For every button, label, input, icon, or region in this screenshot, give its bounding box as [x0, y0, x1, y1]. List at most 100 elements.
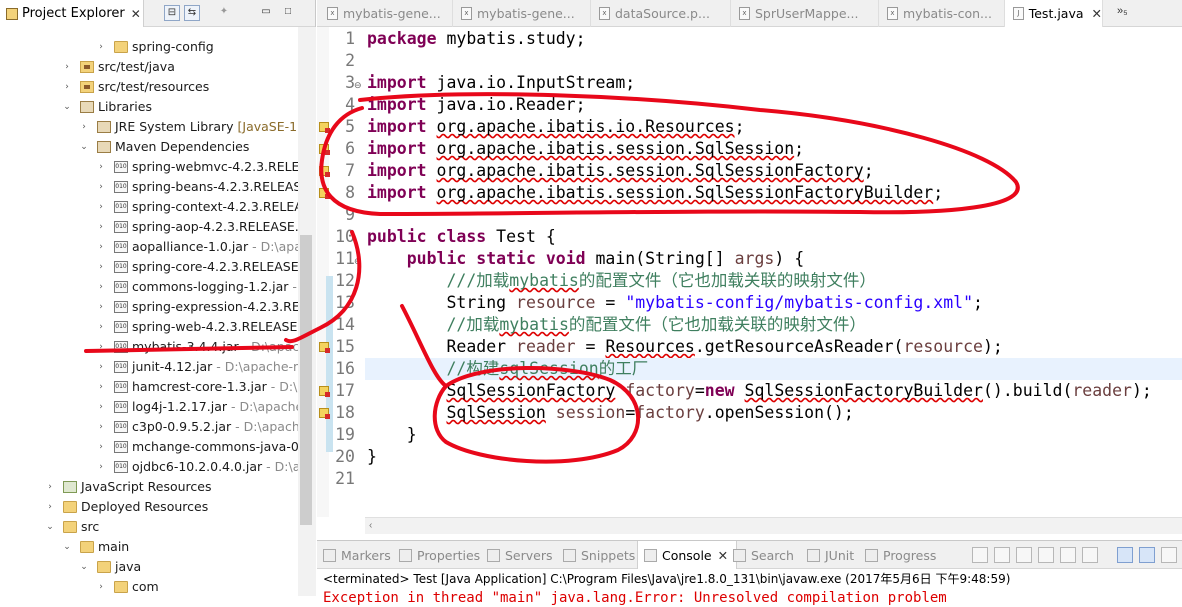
error-marker-icon[interactable]	[319, 122, 330, 133]
java-file-icon: J	[1013, 7, 1024, 20]
project-explorer-icon	[6, 7, 18, 20]
tab-snippets[interactable]: Snippets	[563, 541, 635, 569]
expand-icon[interactable]: ›	[96, 437, 106, 457]
tab-search[interactable]: Search	[733, 541, 794, 569]
code-line[interactable]: 21	[317, 468, 1182, 490]
code-line[interactable]: 17 SqlSessionFactory factory=new SqlSess…	[317, 380, 1182, 402]
expand-icon[interactable]: ›	[96, 377, 106, 397]
expand-icon[interactable]: ›	[45, 497, 55, 517]
expand-icon[interactable]: ›	[96, 157, 106, 177]
expand-icon[interactable]: ›	[79, 117, 89, 137]
terminate-icon[interactable]	[972, 547, 988, 563]
code-line[interactable]: 11 ⊖ public static void main(String[] arg…	[317, 248, 1182, 270]
code-line[interactable]: 14 //加载mybatis的配置文件（它也加载关联的映射文件）	[317, 314, 1182, 336]
code-line[interactable]: 1 package mybatis.study;	[317, 28, 1182, 50]
error-marker-icon[interactable]	[319, 386, 330, 397]
collapse-icon[interactable]: ⌄	[79, 557, 89, 577]
properties-icon	[399, 548, 412, 562]
editor-tab[interactable]: x SprUserMappe...	[731, 0, 879, 27]
expand-icon[interactable]: ›	[96, 217, 106, 237]
expand-icon[interactable]: ›	[96, 197, 106, 217]
minimize-icon[interactable]: ▭	[258, 5, 274, 21]
code-line[interactable]: 6 import org.apache.ibatis.session.SqlSes…	[317, 138, 1182, 160]
expand-icon[interactable]: ›	[45, 477, 55, 497]
pin-console-icon[interactable]	[1161, 547, 1177, 563]
code-line[interactable]: 3 ⊖ import java.io.InputStream;	[317, 72, 1182, 94]
code-line[interactable]: 9	[317, 204, 1182, 226]
collapse-icon[interactable]: ⌄	[62, 97, 72, 117]
show-on-error-icon[interactable]	[1139, 547, 1155, 563]
tab-properties[interactable]: Properties	[399, 541, 480, 569]
code-text: }	[367, 447, 377, 466]
error-marker-icon[interactable]	[319, 342, 330, 353]
editor-tab[interactable]: J Test.java ✕	[1005, 0, 1103, 27]
scrollbar-thumb[interactable]	[300, 235, 312, 525]
expand-icon[interactable]: ›	[96, 317, 106, 337]
code-line[interactable]: 19 }	[317, 424, 1182, 446]
expand-icon[interactable]: ›	[96, 297, 106, 317]
close-icon[interactable]: ✕	[718, 548, 728, 563]
editor-tab[interactable]: x dataSource.p...	[591, 0, 731, 27]
error-marker-icon[interactable]	[319, 408, 330, 419]
code-line[interactable]: 20}	[317, 446, 1182, 468]
tree-scrollbar[interactable]	[298, 27, 316, 596]
close-icon[interactable]: ✕	[1092, 6, 1102, 21]
error-marker-icon[interactable]	[319, 144, 330, 155]
tab-project-explorer[interactable]: Project Explorer ✕	[0, 0, 144, 27]
code-line[interactable]: 10 public class Test {	[317, 226, 1182, 248]
expand-icon[interactable]: ›	[96, 357, 106, 377]
tab-junit[interactable]: JUnit	[807, 541, 854, 569]
expand-icon[interactable]: ›	[96, 257, 106, 277]
expand-icon[interactable]: ›	[96, 457, 106, 477]
code-line[interactable]: 4 import java.io.Reader;	[317, 94, 1182, 116]
tab-console[interactable]: Console ✕	[637, 541, 738, 569]
editor-tab[interactable]: x mybatis-con...	[879, 0, 1005, 27]
expand-icon[interactable]: ›	[96, 577, 106, 596]
expand-icon[interactable]: ›	[62, 77, 72, 97]
remove-all-icon[interactable]	[1016, 547, 1032, 563]
remove-launch-icon[interactable]	[994, 547, 1010, 563]
tab-servers[interactable]: Servers	[487, 541, 553, 569]
editor-tab[interactable]: x mybatis-gene...	[319, 0, 453, 27]
expand-icon[interactable]: ›	[96, 417, 106, 437]
code-line[interactable]: 7 import org.apache.ibatis.session.SqlSes…	[317, 160, 1182, 182]
line-number: 3	[345, 73, 355, 92]
expand-icon[interactable]: ›	[96, 37, 106, 57]
word-wrap-icon[interactable]	[1082, 547, 1098, 563]
error-marker-icon[interactable]	[319, 188, 330, 199]
show-on-output-icon[interactable]	[1117, 547, 1133, 563]
expand-icon[interactable]: ›	[96, 397, 106, 417]
link-with-editor-icon[interactable]: ⇆	[184, 5, 200, 21]
code-line[interactable]: 15 Reader reader = Resources.getResource…	[317, 336, 1182, 358]
close-icon[interactable]: ✕	[131, 7, 141, 21]
collapse-icon[interactable]: ⌄	[79, 137, 89, 157]
horizontal-scrollbar[interactable]: ‹	[365, 517, 1182, 534]
clear-console-icon[interactable]	[1038, 547, 1054, 563]
line-number: 10	[335, 227, 355, 246]
code-line[interactable]: 16 //构建sqlSession的工厂	[317, 358, 1182, 380]
code-area[interactable]: 1 package mybatis.study; 2 3 ⊖ import java.io…	[317, 27, 1182, 517]
collapse-all-icon[interactable]: ⊟	[164, 5, 180, 21]
collapse-icon[interactable]: ⌄	[45, 517, 55, 537]
tab-overflow-icon[interactable]: »₅	[1117, 5, 1128, 17]
expand-icon[interactable]: ›	[62, 57, 72, 77]
error-marker-icon[interactable]	[319, 166, 330, 177]
editor-tab[interactable]: x mybatis-gene...	[453, 0, 591, 27]
expand-icon[interactable]: ›	[96, 337, 106, 357]
code-text: ///加载mybatis的配置文件（它也加载关联的映射文件）	[446, 271, 876, 290]
expand-icon[interactable]: ›	[96, 177, 106, 197]
maximize-icon[interactable]: □	[280, 5, 296, 21]
expand-icon[interactable]: ›	[96, 237, 106, 257]
code-line[interactable]: 2	[317, 50, 1182, 72]
tab-markers[interactable]: Markers	[323, 541, 391, 569]
code-line[interactable]: 18 SqlSession session=factory.openSessio…	[317, 402, 1182, 424]
scroll-lock-icon[interactable]	[1060, 547, 1076, 563]
collapse-icon[interactable]: ⌄	[62, 537, 72, 557]
code-line[interactable]: 12 ///加载mybatis的配置文件（它也加载关联的映射文件）	[317, 270, 1182, 292]
filter-icon[interactable]: ✦	[216, 5, 232, 21]
expand-icon[interactable]: ›	[96, 277, 106, 297]
code-line[interactable]: 8 import org.apache.ibatis.session.SqlSes…	[317, 182, 1182, 204]
code-line[interactable]: 13 String resource = "mybatis-config/myb…	[317, 292, 1182, 314]
code-line[interactable]: 5 import org.apache.ibatis.io.Resources;	[317, 116, 1182, 138]
tab-progress[interactable]: Progress	[865, 541, 936, 569]
